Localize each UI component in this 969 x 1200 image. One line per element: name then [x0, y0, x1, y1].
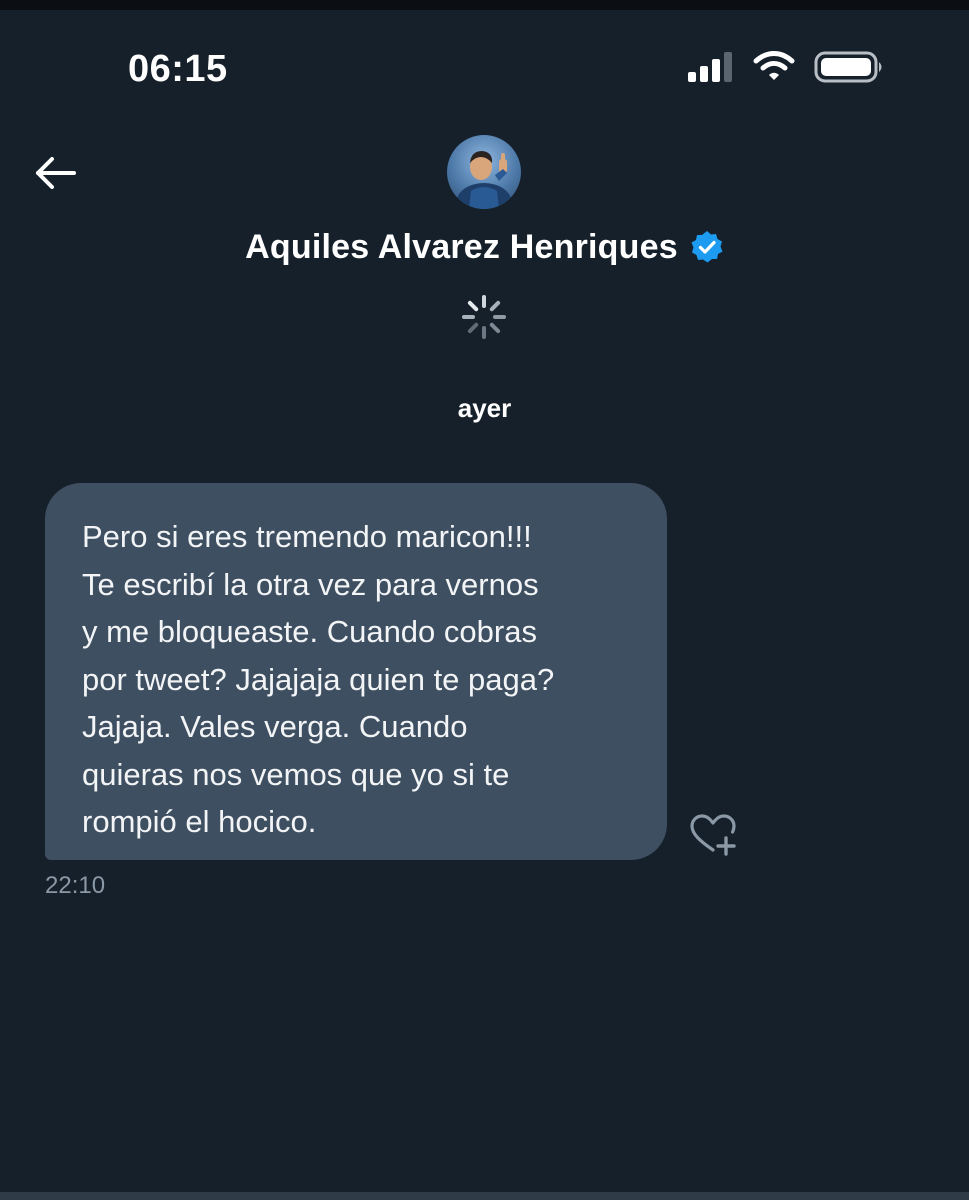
avatar-image: [456, 151, 512, 209]
wifi-icon: [753, 51, 795, 80]
message-time: 22:10: [45, 872, 106, 899]
spinner-icon: [462, 295, 506, 339]
message-text: Pero si eres tremendo maricon!!! Te escr…: [82, 519, 555, 839]
date-separator: ayer: [457, 393, 512, 423]
contact-name-row[interactable]: Aquiles Alvarez Henriques: [0, 222, 969, 272]
contact-name: Aquiles Alvarez Henriques: [245, 227, 678, 266]
status-time: 06:15: [128, 48, 228, 90]
bottom-divider: [0, 1192, 969, 1200]
battery-icon: [814, 51, 882, 83]
avatar[interactable]: [447, 135, 521, 209]
back-arrow-icon[interactable]: [30, 148, 80, 198]
status-bar: 06:15: [0, 10, 969, 120]
add-reaction-icon[interactable]: [688, 812, 738, 858]
verified-badge-icon: [691, 231, 723, 263]
signal-icon: [688, 52, 732, 82]
top-strip: [0, 0, 969, 10]
message-bubble[interactable]: Pero si eres tremendo maricon!!! Te escr…: [45, 483, 667, 860]
